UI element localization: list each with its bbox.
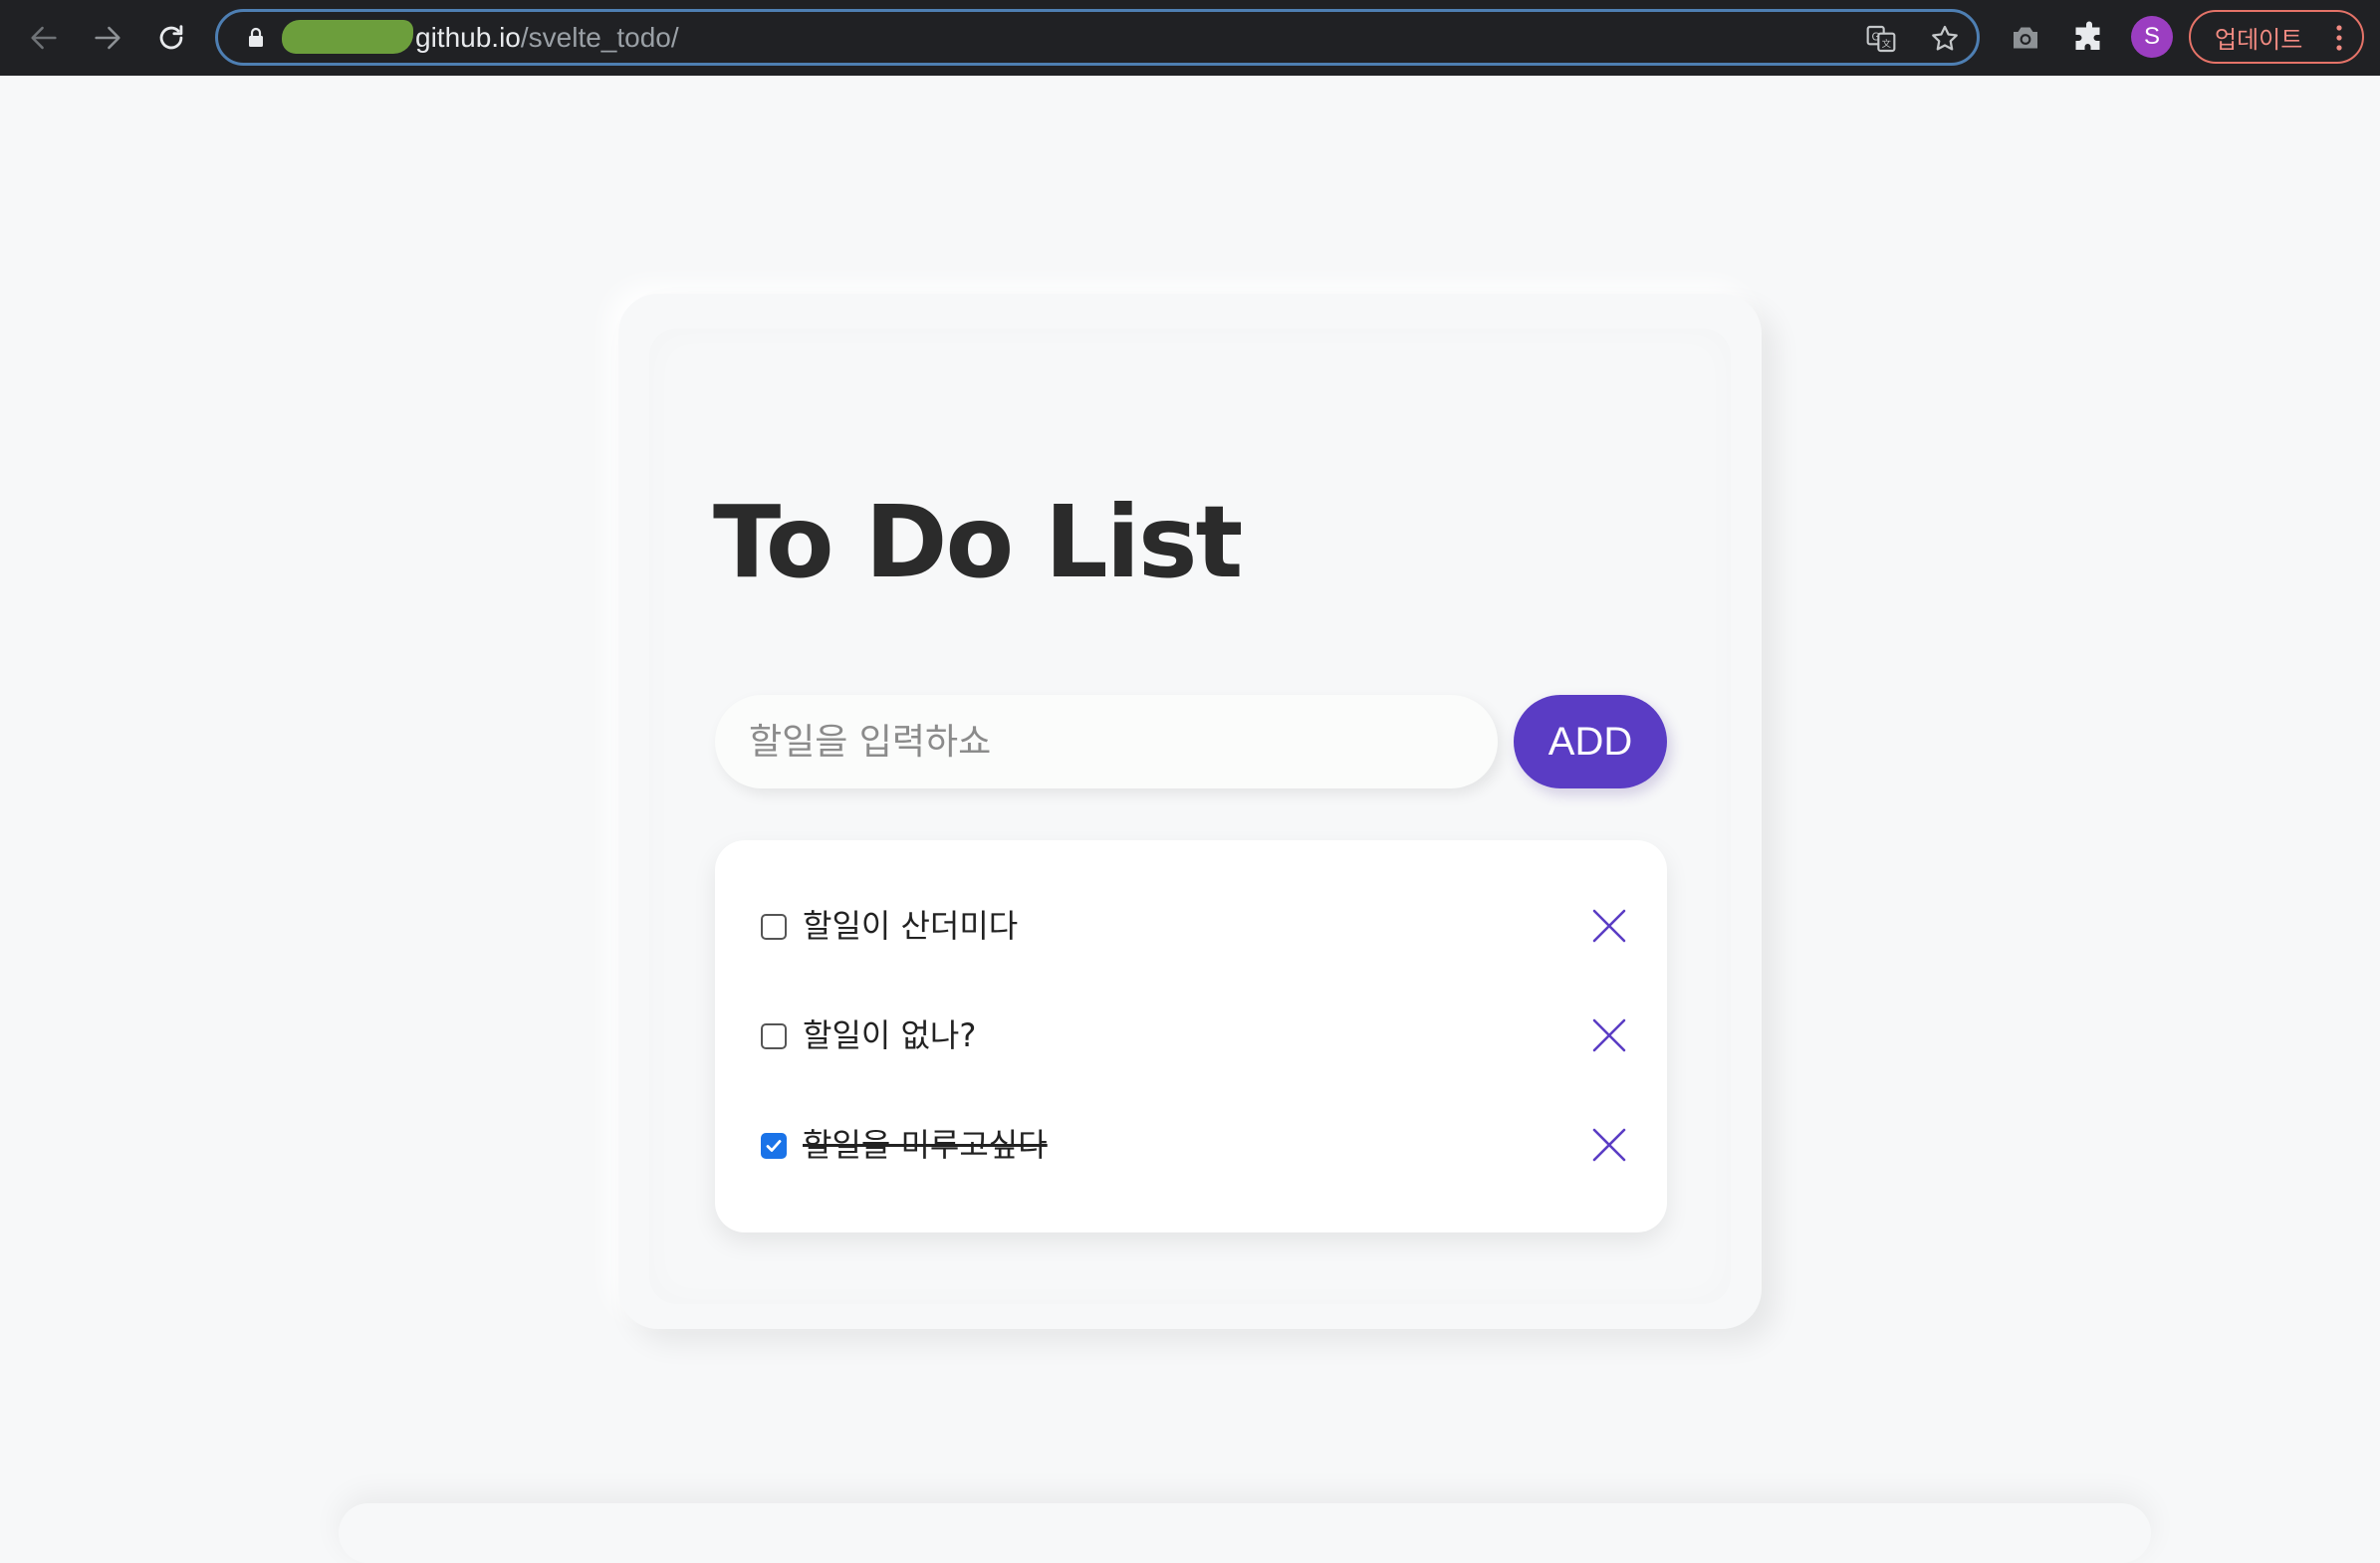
todo-item: 할일이 없나? <box>715 996 1667 1075</box>
url-host: github.io <box>415 22 521 53</box>
arrow-left-icon <box>31 26 57 50</box>
camera-icon[interactable] <box>2008 20 2043 56</box>
profile-avatar[interactable]: S <box>2131 16 2173 58</box>
redaction-mark <box>282 20 413 54</box>
svg-text:文: 文 <box>1882 38 1891 50</box>
todo-input[interactable] <box>715 695 1498 788</box>
page-title: To Do List <box>713 484 1243 600</box>
svg-text:G: G <box>1872 30 1880 43</box>
address-bar[interactable]: github.io/svelte_todo/ G 文 <box>215 9 1980 66</box>
reload-button[interactable] <box>147 14 195 62</box>
todo-checkbox[interactable] <box>761 914 787 940</box>
close-icon[interactable] <box>1591 1017 1627 1053</box>
browser-toolbar: github.io/svelte_todo/ G 文 S 업데이트 <box>0 0 2380 76</box>
update-button[interactable]: 업데이트 <box>2189 10 2364 64</box>
todo-checkbox-checked[interactable] <box>761 1133 787 1159</box>
update-label: 업데이트 <box>2215 25 2303 54</box>
forward-button[interactable] <box>84 14 131 62</box>
lock-icon <box>249 27 263 47</box>
translate-icon[interactable]: G 文 <box>1865 23 1897 55</box>
second-card-edge <box>339 1503 2151 1563</box>
todo-text: 할일이 산더미다 <box>803 907 1019 945</box>
todo-list: 할일이 산더미다 할일이 없나? 할일을 미루고싶다 <box>715 840 1667 1232</box>
todo-item: 할일이 산더미다 <box>715 886 1667 966</box>
todo-item: 할일을 미루고싶다 <box>715 1105 1667 1185</box>
reload-icon <box>159 25 183 50</box>
back-button[interactable] <box>20 14 68 62</box>
arrow-right-icon <box>95 26 120 50</box>
checkmark-icon <box>766 1140 782 1152</box>
url-text: github.io/svelte_todo/ <box>415 21 679 55</box>
add-button[interactable]: ADD <box>1514 695 1667 788</box>
url-path: /svelte_todo/ <box>520 22 679 53</box>
close-icon[interactable] <box>1591 1127 1627 1163</box>
puzzle-icon[interactable] <box>2071 20 2107 56</box>
todo-text: 할일이 없나? <box>803 1016 977 1054</box>
todo-checkbox[interactable] <box>761 1023 787 1049</box>
close-icon[interactable] <box>1591 908 1627 944</box>
star-icon[interactable] <box>1929 23 1961 55</box>
kebab-icon <box>2336 25 2342 51</box>
todo-text-completed: 할일을 미루고싶다 <box>803 1126 1048 1164</box>
